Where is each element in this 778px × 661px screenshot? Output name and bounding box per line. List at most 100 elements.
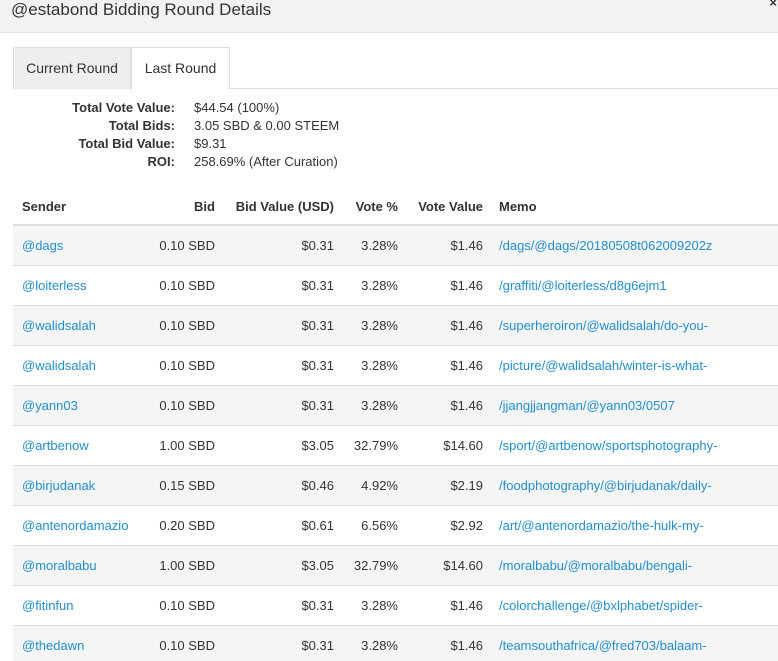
column-header-memo: Memo [499,199,537,214]
summary-row-total-bid-value: Total Bid Value: $9.31 [0,135,400,153]
column-header-sender: Sender [22,199,67,214]
memo-link[interactable]: /graffiti/@loiterless/d8g6ejm1 [499,278,667,294]
table-row: @walidsalah 0.10 SBD $0.31 3.28% $1.46/pictu… [13,346,778,386]
vote-value-cell: $14.60 [443,438,483,453]
table-header: Sender Bid Bid Value (USD) Vote % Vote V… [13,186,778,226]
sender-link[interactable]: @antenordamazio [22,518,128,534]
memo-link[interactable]: /picture/@walidsalah/winter-is-what- [499,358,707,374]
bid-value-cell: $0.31 [301,238,334,253]
vote-pct-cell: 3.28% [361,238,398,253]
table-row: @fitinfun 0.10 SBD $0.31 3.28% $1.46/colorch… [13,586,778,626]
vote-value-cell: $2.92 [450,518,483,533]
summary-value: 258.69% (After Curation) [194,154,338,169]
bid-cell: 0.10 SBD [159,318,215,333]
vote-pct-cell: 3.28% [361,598,398,613]
table-row: @walidsalah 0.10 SBD $0.31 3.28% $1.46/super… [13,306,778,346]
sender-link[interactable]: @moralbabu [22,558,97,574]
memo-link[interactable]: /superheroiron/@walidsalah/do-you- [499,318,708,334]
sender-link[interactable]: @loiterless [22,278,87,294]
vote-value-cell: $1.46 [450,638,483,653]
column-header-vote-value: Vote Value [418,199,483,214]
memo-link[interactable]: /colorchallenge/@bxlphabet/spider- [499,598,703,614]
bid-cell: 0.10 SBD [159,358,215,373]
vote-pct-cell: 32.79% [353,558,398,573]
table-row: @yann03 0.10 SBD $0.31 3.28% $1.46/jjangjjan… [13,386,778,426]
memo-link[interactable]: /art/@antenordamazio/the-hulk-my- [499,518,704,534]
vote-value-cell: $1.46 [450,238,483,253]
bid-value-cell: $0.31 [301,398,334,413]
sender-link[interactable]: @walidsalah [22,358,96,374]
table-row: @thedawn 0.10 SBD $0.31 3.28% $1.46/teamsout… [13,626,778,661]
sender-link[interactable]: @artbenow [22,438,89,454]
modal-header: @estabond Bidding Round Details × [0,0,778,33]
bid-value-cell: $3.05 [301,438,334,453]
vote-pct-cell: 3.28% [361,358,398,373]
vote-pct-cell: 4.92% [361,478,398,493]
summary-label: Total Bid Value: [78,136,175,151]
vote-pct-cell: 32.79% [353,438,398,453]
bid-value-cell: $0.31 [301,598,334,613]
summary-row-total-bids: Total Bids: 3.05 SBD & 0.00 STEEM [0,117,400,135]
sender-link[interactable]: @birjudanak [22,478,95,494]
memo-link[interactable]: /teamsouthafrica/@fred703/balaam- [499,638,707,654]
summary-value: $9.31 [194,136,227,151]
memo-link[interactable]: /moralbabu/@moralbabu/bengali- [499,558,692,574]
summary-label: ROI: [147,154,175,169]
bids-table: Sender Bid Bid Value (USD) Vote % Vote V… [13,186,778,661]
vote-pct-cell: 3.28% [361,278,398,293]
table-row: @moralbabu 1.00 SBD $3.05 32.79% $14.60/mora… [13,546,778,586]
bid-value-cell: $0.31 [301,318,334,333]
sender-link[interactable]: @fitinfun [22,598,74,614]
round-tabs: Current Round Last Round [13,47,778,90]
vote-pct-cell: 3.28% [361,318,398,333]
summary-label: Total Bids: [108,118,175,133]
table-row: @artbenow 1.00 SBD $3.05 32.79% $14.60/sport… [13,426,778,466]
bid-cell: 0.10 SBD [159,238,215,253]
memo-link[interactable]: /sport/@artbenow/sportsphotography- [499,438,717,454]
bid-cell: 0.20 SBD [159,518,215,533]
vote-value-cell: $14.60 [443,558,483,573]
bid-value-cell: $0.46 [301,478,334,493]
memo-link[interactable]: /dags/@dags/20180508t062009202z [499,238,712,254]
column-header-bid-value: Bid Value (USD) [235,199,334,214]
vote-value-cell: $1.46 [450,598,483,613]
bid-value-cell: $0.31 [301,358,334,373]
bid-cell: 1.00 SBD [159,558,215,573]
bid-value-cell: $3.05 [301,558,334,573]
bid-cell: 0.10 SBD [159,398,215,413]
vote-pct-cell: 6.56% [361,518,398,533]
close-icon[interactable]: × [769,0,777,10]
sender-link[interactable]: @walidsalah [22,318,96,334]
vote-value-cell: $2.19 [450,478,483,493]
memo-link[interactable]: /foodphotography/@birjudanak/daily- [499,478,712,494]
vote-pct-cell: 3.28% [361,638,398,653]
bid-value-cell: $0.31 [301,278,334,293]
summary-value: 3.05 SBD & 0.00 STEEM [194,118,340,133]
sender-link[interactable]: @thedawn [22,638,84,654]
table-row: @antenordamazio 0.20 SBD $0.61 6.56% $2.92/a… [13,506,778,546]
bid-cell: 0.10 SBD [159,598,215,613]
tab-current-round[interactable]: Current Round [13,47,131,89]
memo-link[interactable]: /jjangjjangman/@yann03/0507 [499,398,675,414]
table-body: @dags 0.10 SBD $0.31 3.28% $1.46/dags/@dags/… [13,226,778,661]
tab-last-round[interactable]: Last Round [131,47,230,90]
bid-cell: 1.00 SBD [159,438,215,453]
column-header-vote-pct: Vote % [355,199,398,214]
summary-row-roi: ROI: 258.69% (After Curation) [0,153,400,171]
table-row: @dags 0.10 SBD $0.31 3.28% $1.46/dags/@dags/… [13,226,778,266]
summary-value: $44.54 (100%) [194,100,280,115]
summary-label: Total Vote Value: [72,100,175,115]
table-row: @loiterless 0.10 SBD $0.31 3.28% $1.46/graff… [13,266,778,306]
sender-link[interactable]: @dags [22,238,63,254]
vote-value-cell: $1.46 [450,398,483,413]
vote-pct-cell: 3.28% [361,398,398,413]
bid-value-cell: $0.31 [301,638,334,653]
modal-title: @estabond Bidding Round Details [11,0,272,19]
round-summary: Total Vote Value: $44.54 (100%) Total Bi… [0,99,400,171]
bid-cell: 0.15 SBD [159,478,215,493]
column-header-bid: Bid [194,199,215,214]
bid-cell: 0.10 SBD [159,278,215,293]
vote-value-cell: $1.46 [450,278,483,293]
sender-link[interactable]: @yann03 [22,398,78,414]
table-row: @birjudanak 0.15 SBD $0.46 4.92% $2.19/foodp… [13,466,778,506]
